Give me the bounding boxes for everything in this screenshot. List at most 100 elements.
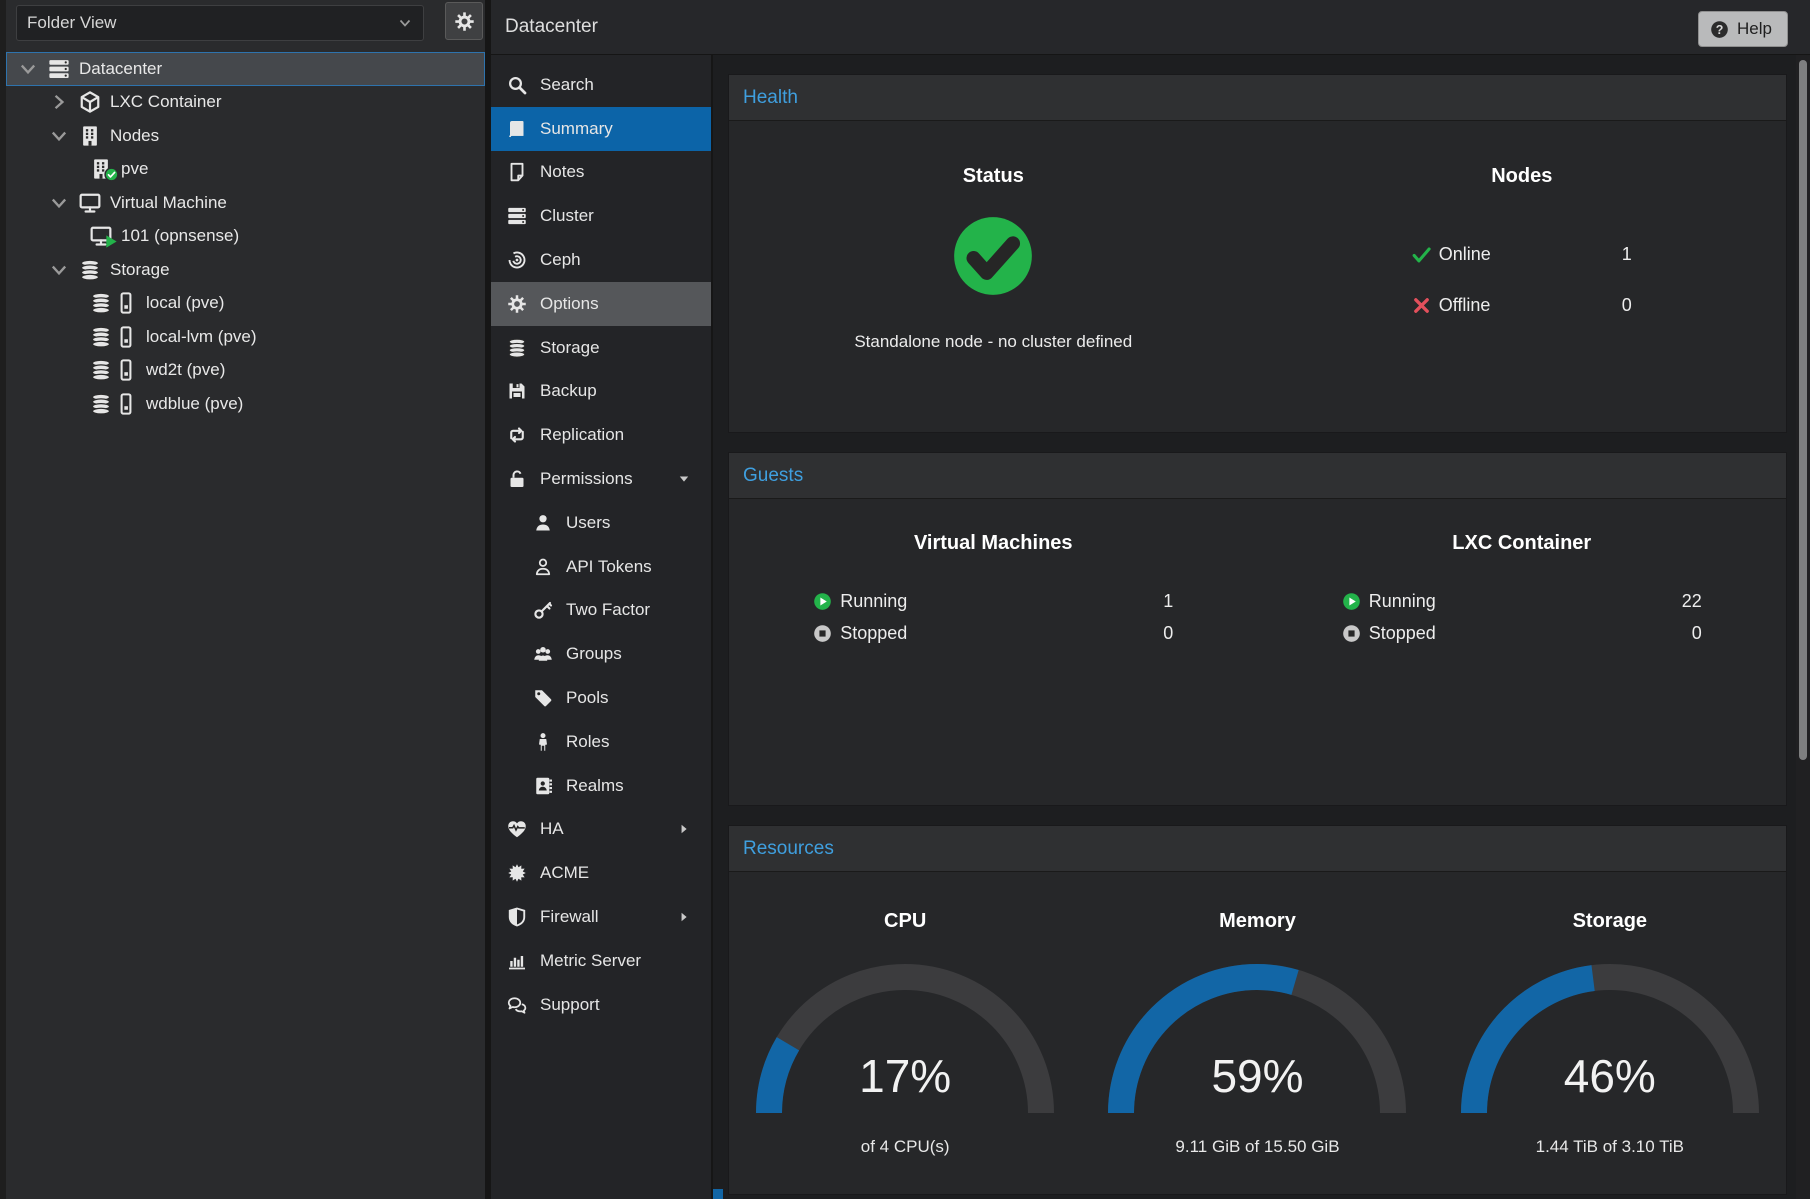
tree-item-label: wdblue (pve) [146,394,243,414]
building-icon [79,125,101,147]
status-row-offline: Offline0 [1412,294,1632,316]
menu-item-label: Two Factor [566,600,650,620]
menu-item-replication[interactable]: Replication [491,413,711,457]
tree-item-datacenter[interactable]: Datacenter [6,52,485,86]
status-row-stopped: Stopped0 [1342,622,1702,644]
play-circle-icon [1342,592,1361,611]
database-icon [507,338,527,358]
gauge-memory: Memory59%9.11 GiB of 15.50 GiB [1081,872,1433,1157]
drive-icon [115,326,137,348]
resource-tree: Datacenter LXC Container NodespveVirtual M… [6,52,485,1199]
proxmox-app: Folder View Datacenter LXC Container Nodes… [0,0,1810,1199]
menu-item-groups[interactable]: Groups [491,632,711,676]
tree-item-icon [90,326,137,348]
menu-item-metric-server[interactable]: Metric Server [491,939,711,983]
guests-panel-title: Guests [729,453,1786,499]
menu-item-label: Storage [540,338,600,358]
question-icon [1710,20,1729,39]
menu-item-cluster[interactable]: Cluster [491,194,711,238]
group-icon [533,644,553,664]
menu-item-notes[interactable]: Notes [491,151,711,195]
menu-item-label: HA [540,819,564,839]
ceph-icon [507,250,527,270]
tree-item-nodes[interactable]: Nodes [6,119,485,153]
chart-icon [507,951,527,971]
scrollbar-thumb[interactable] [1799,60,1807,760]
tree-item-virtual-machine[interactable]: Virtual Machine [6,186,485,220]
guests-column-heading: Virtual Machines [914,532,1073,555]
node-status-rows: Online1 Offline0 [1412,243,1632,316]
menu-item-label: Notes [540,162,584,182]
menu-item-search[interactable]: Search [491,63,711,107]
health-panel: Health Status Standalone node - no clust… [728,74,1787,433]
menu-item-storage[interactable]: Storage [491,326,711,370]
menu-item-realms[interactable]: Realms [491,764,711,808]
tree-item-storage[interactable]: Storage [6,253,485,287]
help-button-label: Help [1737,19,1772,39]
tree-item-label: wd2t (pve) [146,360,225,380]
ok-badge-icon [104,167,119,182]
tree-settings-button[interactable] [445,2,483,40]
tree-item-local-pve[interactable]: local (pve) [6,287,485,321]
gauge-title: CPU [884,910,926,933]
database-icon [90,326,112,348]
content-scrollbar[interactable] [1796,55,1810,1199]
status-row-value: 1 [1163,591,1173,612]
database-icon [90,393,112,415]
status-row-online: Online1 [1412,243,1632,265]
cross-icon [1412,296,1431,315]
menu-item-label: Firewall [540,907,599,927]
menu-item-acme[interactable]: ACME [491,851,711,895]
status-row-value: 0 [1163,623,1173,644]
gauge-arc: 59% [1107,963,1407,1121]
menu-item-label: Options [540,294,599,314]
guests-panel: Guests Virtual MachinesRunning1Stopped0L… [728,452,1787,806]
server-icon [48,58,70,80]
status-heading: Status [963,165,1024,188]
view-mode-select[interactable]: Folder View [16,5,424,41]
caret-down-icon [677,472,691,486]
menu-item-summary[interactable]: Summary [491,107,711,151]
menu-item-api-tokens[interactable]: API Tokens [491,545,711,589]
search-icon [507,75,527,95]
menu-item-permissions[interactable]: Permissions [491,457,711,501]
cube-icon [79,91,101,113]
menu-item-ceph[interactable]: Ceph [491,238,711,282]
book-icon [507,119,527,139]
menu-item-ha[interactable]: HA [491,808,711,852]
caret-right-icon [677,822,691,836]
menu-item-support[interactable]: Support [491,983,711,1027]
play-badge-icon [104,234,119,249]
tree-item-lxc-container[interactable]: LXC Container [6,86,485,120]
tree-item-pve[interactable]: pve [6,153,485,187]
tree-item-101-opnsense[interactable]: 101 (opnsense) [6,220,485,254]
chevron-down-icon [48,192,70,214]
status-row-running: Running22 [1342,590,1702,612]
view-mode-value: Folder View [27,13,116,33]
menu-item-firewall[interactable]: Firewall [491,895,711,939]
tree-item-wd2t-pve[interactable]: wd2t (pve) [6,354,485,388]
tree-item-wdblue-pve[interactable]: wdblue (pve) [6,387,485,421]
status-row-value: 0 [1692,623,1702,644]
database-icon [90,292,112,314]
tree-item-label: LXC Container [110,92,222,112]
guests-column-virtual-machines: Virtual MachinesRunning1Stopped0 [729,499,1258,644]
tree-item-label: local-lvm (pve) [146,327,257,347]
menu-item-options[interactable]: Options [491,282,711,326]
chevron-down-icon [48,125,70,147]
status-row-stopped: Stopped0 [813,622,1173,644]
check-icon [1412,245,1431,264]
menu-item-two-factor[interactable]: Two Factor [491,589,711,633]
menu-item-label: Search [540,75,594,95]
guests-column-heading: LXC Container [1452,532,1591,555]
tree-item-local-lvm-pve[interactable]: local-lvm (pve) [6,320,485,354]
help-button[interactable]: Help [1698,11,1788,47]
guest-status-rows: Running1Stopped0 [813,590,1173,644]
menu-item-pools[interactable]: Pools [491,676,711,720]
menu-item-roles[interactable]: Roles [491,720,711,764]
gauge-subtitle: of 4 CPU(s) [861,1137,950,1157]
cluster-status-message: Standalone node - no cluster defined [854,332,1132,352]
menu-item-backup[interactable]: Backup [491,370,711,414]
menu-item-users[interactable]: Users [491,501,711,545]
status-row-label: Offline [1439,295,1491,316]
